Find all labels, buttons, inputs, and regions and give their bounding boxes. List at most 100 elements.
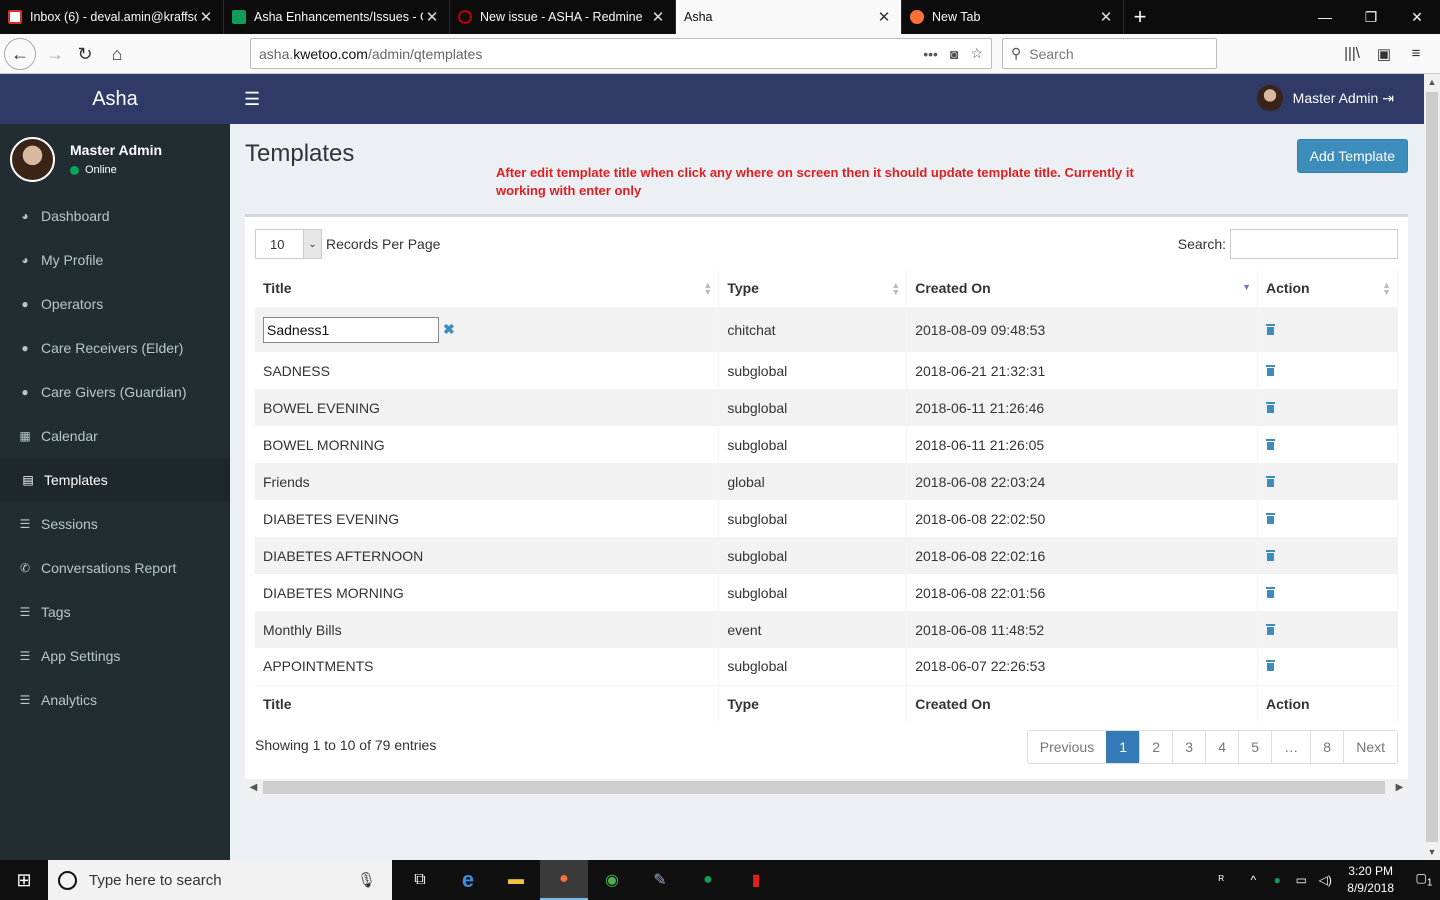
close-icon[interactable]: ✕	[1097, 8, 1115, 26]
column-header-created-on[interactable]: Created On ▼	[906, 270, 1259, 308]
close-icon[interactable]: ✕	[197, 8, 215, 26]
title-cell[interactable]: DIABETES AFTERNOON	[255, 537, 720, 574]
scrollbar-thumb[interactable]	[263, 781, 1385, 794]
trash-icon[interactable]	[1266, 323, 1276, 335]
page-button-1[interactable]: 1	[1106, 731, 1140, 763]
title-cell[interactable]: DIABETES MORNING	[255, 574, 720, 611]
people-icon[interactable]: ᴿ	[1209, 873, 1233, 887]
sidebar-item-my-profile[interactable]: ◕ My Profile	[0, 238, 230, 282]
trash-icon[interactable]	[1266, 475, 1276, 487]
title-cell[interactable]: Monthly Bills	[255, 611, 720, 648]
browser-tab-sheets[interactable]: Asha Enhancements/Issues - G ✕	[224, 0, 450, 34]
records-per-page-select[interactable]: 10 ⌄	[255, 229, 322, 259]
back-button[interactable]: ←	[4, 38, 36, 70]
pocket-icon[interactable]: ◙	[950, 46, 958, 62]
forward-button[interactable]: →	[40, 39, 70, 69]
file-explorer-icon[interactable]: ▬	[492, 860, 540, 900]
add-template-button[interactable]: Add Template	[1296, 139, 1408, 173]
task-view-icon[interactable]: ⧉	[396, 860, 444, 900]
edge-icon[interactable]: e	[444, 860, 492, 900]
scroll-right-icon[interactable]: ▶	[1391, 779, 1408, 796]
library-icon[interactable]: |||\	[1336, 38, 1368, 69]
trash-icon[interactable]	[1266, 623, 1276, 635]
page-button-5[interactable]: 5	[1238, 731, 1272, 763]
scroll-down-icon[interactable]: ▼	[1424, 844, 1440, 860]
sidebar-item-templates[interactable]: ▤ Templates	[0, 458, 230, 502]
scroll-up-icon[interactable]: ▲	[1424, 74, 1440, 90]
sidebar-item-dashboard[interactable]: ◕ Dashboard	[0, 194, 230, 238]
sidebar-item-analytics[interactable]: ☰ Analytics	[0, 678, 230, 722]
close-icon[interactable]: ✕	[649, 8, 667, 26]
reload-button[interactable]: ↻	[70, 39, 100, 69]
cancel-edit-icon[interactable]: ✖	[443, 321, 455, 338]
page-button-3[interactable]: 3	[1172, 731, 1206, 763]
title-cell[interactable]: BOWEL EVENING	[255, 389, 720, 426]
table-search-input[interactable]	[1230, 229, 1398, 259]
trash-icon[interactable]	[1266, 660, 1276, 672]
microphone-icon[interactable]: 🎙	[357, 871, 376, 889]
column-header-type[interactable]: Type ▲ ▼	[718, 270, 908, 308]
new-tab-button[interactable]: +	[1124, 0, 1156, 34]
page-button-8[interactable]: 8	[1310, 731, 1344, 763]
sidebar-item-tags[interactable]: ☰ Tags	[0, 590, 230, 634]
close-icon[interactable]: ✕	[423, 8, 441, 26]
browser-tab-asha[interactable]: Asha ✕	[676, 0, 902, 34]
sidebar-item-care-receivers[interactable]: ● Care Receivers (Elder)	[0, 326, 230, 370]
column-header-title[interactable]: Title ▲ ▼	[255, 270, 720, 308]
trash-icon[interactable]	[1266, 549, 1276, 561]
sidebar-item-sessions[interactable]: ☰ Sessions	[0, 502, 230, 546]
sidebar-item-calendar[interactable]: ▦ Calendar	[0, 414, 230, 458]
sidebar-item-operators[interactable]: ● Operators	[0, 282, 230, 326]
hamburger-icon[interactable]: ☰	[244, 89, 260, 110]
close-window-icon[interactable]: ✕	[1394, 0, 1440, 34]
browser-search-input[interactable]: ⚲ Search	[1002, 38, 1217, 69]
sidebar-item-conversations-report[interactable]: ✆ Conversations Report	[0, 546, 230, 590]
title-cell[interactable]: SADNESS	[255, 352, 720, 389]
url-bar[interactable]: ⓘ asha.kwetoo.com/admin/qtemplates ••• ◙…	[250, 38, 992, 577]
trash-icon[interactable]	[1266, 586, 1276, 598]
shield-icon[interactable]: ●	[1265, 873, 1289, 887]
next-button[interactable]: Next	[1343, 731, 1397, 763]
header-user-menu[interactable]: Master Admin ⇥	[1256, 85, 1394, 111]
previous-button[interactable]: Previous	[1027, 731, 1107, 763]
sidebar-item-care-givers[interactable]: ● Care Givers (Guardian)	[0, 370, 230, 414]
page-actions-icon[interactable]: •••	[923, 46, 938, 62]
title-cell[interactable]: APPOINTMENTS	[255, 648, 720, 685]
trash-icon[interactable]	[1266, 438, 1276, 450]
brand-logo[interactable]: Asha	[0, 74, 230, 124]
scrollbar-thumb[interactable]	[1426, 92, 1438, 842]
title-cell[interactable]: DIABETES EVENING	[255, 500, 720, 537]
title-edit-input[interactable]	[263, 316, 439, 343]
sidebar-item-app-settings[interactable]: ☰ App Settings	[0, 634, 230, 678]
logout-icon[interactable]: ⇥	[1382, 90, 1394, 107]
vertical-scrollbar[interactable]: ▲ ▼	[1424, 74, 1440, 860]
horizontal-scrollbar[interactable]: ◀ ▶	[245, 779, 1408, 796]
title-cell[interactable]: Friends	[255, 463, 720, 500]
trash-icon[interactable]	[1266, 364, 1276, 376]
title-cell[interactable]: BOWEL MORNING	[255, 426, 720, 463]
acrobat-icon[interactable]: ▮	[732, 860, 780, 900]
menu-icon[interactable]: ≡	[1400, 38, 1432, 69]
page-button-2[interactable]: 2	[1139, 731, 1173, 763]
restore-icon[interactable]: ❐	[1348, 0, 1394, 34]
browser-tab-newtab[interactable]: New Tab ✕	[902, 0, 1124, 34]
notification-icon[interactable]: ▢1	[1408, 871, 1440, 888]
trash-icon[interactable]	[1266, 512, 1276, 524]
browser-tab-redmine[interactable]: New issue - ASHA - Redmine ✕	[450, 0, 676, 34]
sidebar-icon[interactable]: ▣	[1368, 38, 1400, 69]
minimize-icon[interactable]: —	[1302, 0, 1348, 34]
chevron-up-icon[interactable]: ^	[1241, 873, 1265, 887]
column-header-action[interactable]: Action ▲ ▼	[1257, 270, 1398, 308]
network-icon[interactable]: ▭	[1289, 873, 1313, 887]
scroll-left-icon[interactable]: ◀	[245, 779, 262, 796]
volume-icon[interactable]: ◁)	[1313, 873, 1337, 887]
clock[interactable]: 3:20 PM 8/9/2018	[1347, 863, 1394, 897]
bookmark-star-icon[interactable]: ☆	[970, 45, 983, 62]
hangouts-icon[interactable]: ●	[684, 860, 732, 900]
trash-icon[interactable]	[1266, 401, 1276, 413]
paint-icon[interactable]: ✎	[636, 860, 684, 900]
browser-tab-gmail[interactable]: Inbox (6) - deval.amin@kraffso ✕	[0, 0, 224, 34]
windows-start-icon[interactable]: ⊞	[0, 860, 48, 900]
taskbar-search[interactable]: Type here to search 🎙	[48, 860, 392, 900]
firefox-icon[interactable]: ●	[540, 860, 588, 900]
